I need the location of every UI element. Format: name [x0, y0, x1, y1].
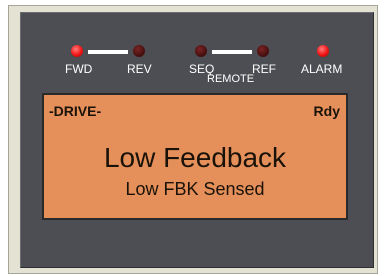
- rev-label: REV: [127, 62, 152, 76]
- seq-led-indicator: [195, 45, 207, 57]
- remote-label: REMOTE: [207, 73, 255, 85]
- rev-led-indicator: [133, 45, 145, 57]
- fwd-label: FWD: [65, 62, 93, 76]
- fault-message-text: Low Feedback: [103, 142, 287, 173]
- ref-led-indicator: [257, 45, 269, 57]
- alarm-label: ALARM: [301, 62, 343, 76]
- fault-detail-text: Low FBK Sensed: [125, 179, 265, 199]
- fwd-rev-connector-bar: [88, 50, 128, 54]
- fwd-led-indicator: [71, 45, 83, 57]
- drive-mode-text: -DRIVE-: [49, 103, 102, 119]
- lcd-display: -DRIVE- Rdy Low Feedback Low FBK Sensed: [42, 93, 348, 220]
- ref-label: REF: [252, 62, 276, 76]
- ready-status-text: Rdy: [313, 103, 340, 119]
- alarm-led-indicator: [317, 45, 329, 57]
- seq-ref-connector-bar: [212, 50, 252, 54]
